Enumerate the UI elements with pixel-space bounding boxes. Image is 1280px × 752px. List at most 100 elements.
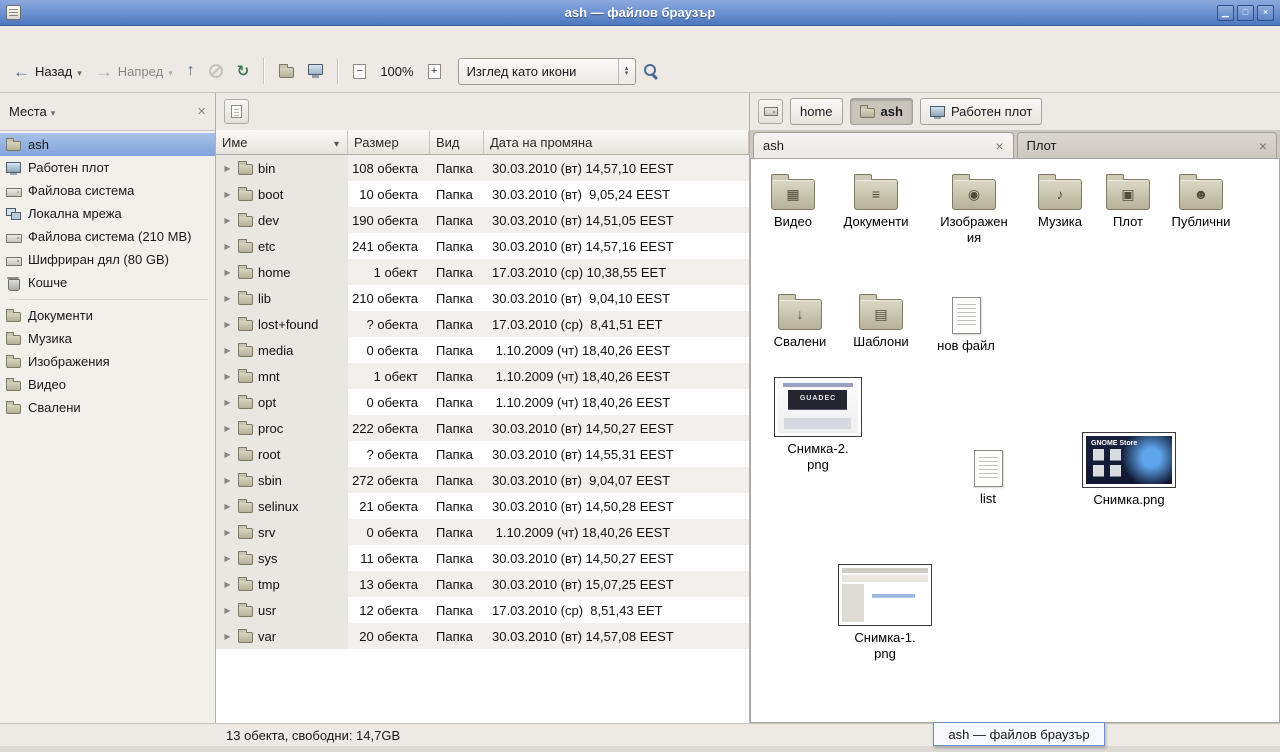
breadcrumb-button[interactable]: ash — [850, 98, 913, 125]
icon-view[interactable]: ▦ Видео ≡ Документи ◉ Изображен ия ♪ Муз… — [750, 159, 1280, 723]
expander-icon[interactable] — [222, 554, 233, 563]
expander-icon[interactable] — [222, 632, 233, 641]
expander-icon[interactable] — [222, 320, 233, 329]
search-button[interactable] — [636, 59, 667, 84]
table-row[interactable]: mnt 1 обект Папка 1.10.2009 (чт) 18,40,2… — [216, 363, 749, 389]
maximize-button[interactable]: □ — [1237, 5, 1254, 21]
icon-view-item[interactable]: list — [946, 447, 1030, 507]
sidebar-item[interactable]: Видео — [0, 373, 215, 396]
minimize-button[interactable]: ▁ — [1217, 5, 1234, 21]
table-row[interactable]: root ? обекта Папка 30.03.2010 (вт) 14,5… — [216, 441, 749, 467]
breadcrumb-button[interactable]: home — [790, 98, 843, 125]
tab[interactable]: Плот — [1017, 132, 1278, 158]
icon-view-item[interactable]: GNOME Store Снимка.png — [1069, 432, 1189, 508]
column-header-date[interactable]: Дата на промяна — [484, 130, 749, 155]
icon-view-item[interactable]: ▦ Видео — [751, 172, 835, 230]
back-dropdown-icon[interactable] — [77, 64, 82, 79]
icon-view-item[interactable]: ▣ Плот — [1086, 172, 1170, 230]
table-row[interactable]: opt 0 обекта Папка 1.10.2009 (чт) 18,40,… — [216, 389, 749, 415]
expander-icon[interactable] — [222, 398, 233, 407]
table-row[interactable]: boot 10 обекта Папка 30.03.2010 (вт) 9,0… — [216, 181, 749, 207]
table-row[interactable]: srv 0 обекта Папка 1.10.2009 (чт) 18,40,… — [216, 519, 749, 545]
icon-view-item[interactable]: GUADEC Снимка-2. png — [758, 377, 878, 472]
table-row[interactable]: lib 210 обекта Папка 30.03.2010 (вт) 9,0… — [216, 285, 749, 311]
menu-item[interactable] — [4, 35, 22, 41]
titlebar[interactable]: ash — файлов браузър ▁ □ × — [0, 0, 1280, 26]
expander-icon[interactable] — [222, 190, 233, 199]
expander-icon[interactable] — [222, 268, 233, 277]
pathbar-root-button[interactable] — [758, 99, 783, 124]
stop-button[interactable] — [202, 60, 230, 82]
icon-view-item[interactable]: ☻ Публични — [1159, 172, 1243, 230]
expander-icon[interactable] — [222, 450, 233, 459]
back-button[interactable]: Назад — [6, 59, 89, 84]
sidebar-close-button[interactable] — [197, 104, 206, 119]
expander-icon[interactable] — [222, 476, 233, 485]
expander-icon[interactable] — [222, 424, 233, 433]
close-button[interactable]: × — [1257, 5, 1274, 21]
table-row[interactable]: home 1 обект Папка 17.03.2010 (ср) 10,38… — [216, 259, 749, 285]
sidebar-item[interactable]: Музика — [0, 327, 215, 350]
expander-icon[interactable] — [222, 164, 233, 173]
menu-item[interactable] — [58, 35, 76, 41]
zoom-in-button[interactable] — [421, 60, 448, 83]
table-row[interactable]: proc 222 обекта Папка 30.03.2010 (вт) 14… — [216, 415, 749, 441]
icon-view-item[interactable]: Снимка-1. png — [825, 564, 945, 661]
forward-button[interactable]: Напред — [89, 59, 180, 84]
sidebar-item[interactable]: Документи — [0, 304, 215, 327]
view-mode-select[interactable]: Изглед като икони — [458, 58, 636, 85]
sidebar-item[interactable] — [0, 294, 215, 304]
icon-view-item[interactable]: ↓ Свалени — [758, 292, 842, 350]
sidebar-item[interactable]: Изображения — [0, 350, 215, 373]
reload-button[interactable] — [230, 60, 257, 83]
up-button[interactable] — [180, 59, 202, 83]
tab[interactable]: ash — [753, 132, 1014, 158]
tab-close-button[interactable] — [1259, 139, 1267, 153]
expander-icon[interactable] — [222, 216, 233, 225]
table-row[interactable]: usr 12 обекта Папка 17.03.2010 (ср) 8,51… — [216, 597, 749, 623]
expander-icon[interactable] — [222, 372, 233, 381]
expander-icon[interactable] — [222, 242, 233, 251]
sidebar-title[interactable]: Места — [9, 104, 47, 119]
tab-close-button[interactable] — [995, 139, 1003, 153]
breadcrumb-button[interactable]: Работен плот — [920, 98, 1042, 125]
home-button[interactable] — [272, 60, 301, 82]
icon-view-item[interactable]: ▤ Шаблони — [839, 292, 923, 350]
table-row[interactable]: etc 241 обекта Папка 30.03.2010 (вт) 14,… — [216, 233, 749, 259]
expander-icon[interactable] — [222, 346, 233, 355]
table-row[interactable]: sys 11 обекта Папка 30.03.2010 (вт) 14,5… — [216, 545, 749, 571]
zoom-out-button[interactable] — [346, 60, 373, 83]
sidebar-item[interactable]: ash — [0, 133, 215, 156]
sidebar-dropdown-icon[interactable] — [51, 104, 56, 119]
expander-icon[interactable] — [222, 502, 233, 511]
icon-view-item[interactable]: нов файл — [924, 294, 1008, 354]
table-row[interactable]: selinux 21 обекта Папка 30.03.2010 (вт) … — [216, 493, 749, 519]
menu-item[interactable] — [94, 35, 112, 41]
icon-view-item[interactable]: ≡ Документи — [834, 172, 918, 230]
pane-toggle-button[interactable] — [224, 99, 249, 124]
computer-button[interactable] — [301, 60, 330, 83]
expander-icon[interactable] — [222, 294, 233, 303]
sidebar-item[interactable]: Свалени — [0, 396, 215, 419]
table-row[interactable]: tmp 13 обекта Папка 30.03.2010 (вт) 15,0… — [216, 571, 749, 597]
sidebar-item[interactable]: Файлова система — [0, 179, 215, 202]
table-row[interactable]: media 0 обекта Папка 1.10.2009 (чт) 18,4… — [216, 337, 749, 363]
column-header-size[interactable]: Размер — [348, 130, 430, 155]
table-row[interactable]: sbin 272 обекта Папка 30.03.2010 (вт) 9,… — [216, 467, 749, 493]
sidebar-item[interactable]: Локална мрежа — [0, 202, 215, 225]
menu-item[interactable] — [76, 35, 94, 41]
table-row[interactable]: lost+found ? обекта Папка 17.03.2010 (ср… — [216, 311, 749, 337]
sidebar-item[interactable]: Кошче — [0, 271, 215, 294]
expander-icon[interactable] — [222, 528, 233, 537]
menu-item[interactable] — [40, 35, 58, 41]
column-header-name[interactable]: Име — [216, 130, 348, 155]
table-row[interactable]: var 20 обекта Папка 30.03.2010 (вт) 14,5… — [216, 623, 749, 649]
expander-icon[interactable] — [222, 580, 233, 589]
icon-view-item[interactable]: ◉ Изображен ия — [932, 172, 1016, 245]
column-header-type[interactable]: Вид — [430, 130, 484, 155]
sidebar-item[interactable]: Работен плот — [0, 156, 215, 179]
sidebar-item[interactable]: Файлова система (210 MB) — [0, 225, 215, 248]
expander-icon[interactable] — [222, 606, 233, 615]
sidebar-item[interactable]: Шифриран дял (80 GB) — [0, 248, 215, 271]
table-row[interactable]: dev 190 обекта Папка 30.03.2010 (вт) 14,… — [216, 207, 749, 233]
